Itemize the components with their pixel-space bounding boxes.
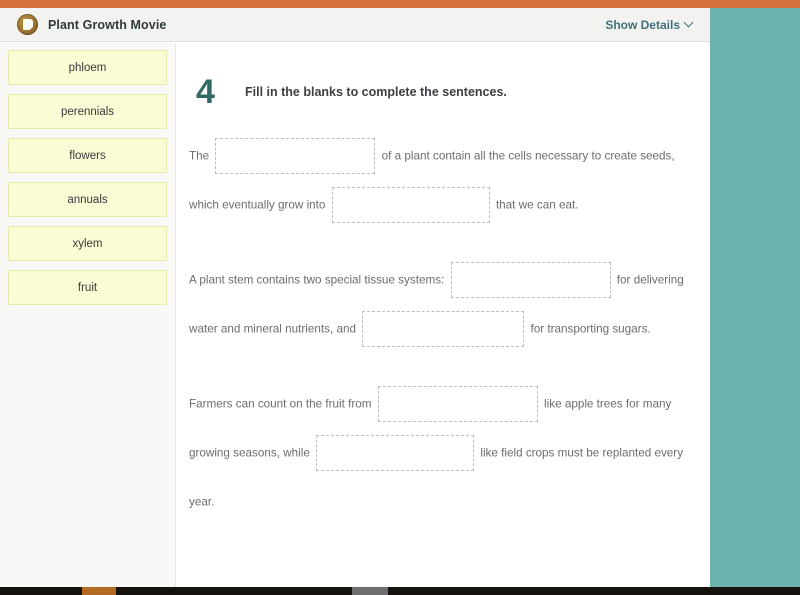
- sentence-text: The: [189, 149, 210, 163]
- word-tile-label: annuals: [67, 193, 108, 206]
- blank-3[interactable]: [450, 261, 611, 298]
- sentence-text: A plant stem contains two special tissue…: [189, 273, 445, 287]
- sentence-text: growing seasons, while: [189, 446, 310, 460]
- chevron-down-icon: [685, 18, 694, 27]
- sentence-3: Farmers can count on the fruit from like…: [189, 379, 696, 527]
- word-tile-label: phloem: [68, 61, 107, 74]
- blank-4[interactable]: [362, 311, 525, 348]
- show-details-label: Show Details: [605, 17, 680, 32]
- question-header: 4 Fill in the blanks to complete the sen…: [177, 43, 710, 109]
- word-tile-label: xylem: [72, 237, 103, 250]
- sentence-text: like apple trees for many: [544, 397, 672, 411]
- question-number: 4: [196, 73, 215, 111]
- blank-5[interactable]: [377, 385, 538, 422]
- app-header: Plant Growth Movie Show Details: [0, 8, 710, 42]
- movie-badge-icon: [17, 14, 38, 35]
- sentence-text: which eventually grow into: [189, 198, 326, 212]
- word-tile-label: fruit: [77, 281, 98, 294]
- blank-2[interactable]: [331, 187, 490, 224]
- app-screen: Plant Growth Movie Show Details phloem p…: [0, 0, 800, 595]
- word-tile-xylem[interactable]: xylem: [8, 226, 167, 261]
- word-bank-sidebar: phloem perennials flowers annuals xylem …: [0, 43, 176, 587]
- show-details-button[interactable]: Show Details: [605, 18, 710, 32]
- sentence-text: sugars.: [612, 322, 651, 336]
- blank-6[interactable]: [316, 434, 475, 471]
- page-title: Plant Growth Movie: [48, 17, 167, 32]
- word-tile-perennials[interactable]: perennials: [8, 94, 167, 129]
- top-accent-bar: [0, 0, 800, 8]
- taskbar-item-orange[interactable]: [82, 587, 116, 595]
- question-card: 4 Fill in the blanks to complete the sen…: [177, 43, 710, 587]
- right-teal-panel: [710, 8, 800, 587]
- word-tile-fruit[interactable]: fruit: [8, 270, 167, 305]
- sentence-text: for transporting: [530, 322, 610, 336]
- word-tile-label: flowers: [69, 149, 106, 162]
- word-tile-flowers[interactable]: flowers: [8, 138, 167, 173]
- os-taskbar-strip: [0, 587, 800, 595]
- taskbar-item-grey[interactable]: [352, 587, 388, 595]
- sentence-text: Farmers can count on the fruit from: [189, 397, 372, 411]
- blank-1[interactable]: [215, 137, 376, 174]
- header-left-group: Plant Growth Movie: [0, 14, 605, 35]
- sentence-text: that we can eat.: [495, 198, 579, 212]
- question-prompt: Fill in the blanks to complete the sente…: [245, 85, 507, 99]
- word-tile-label: perennials: [60, 105, 115, 118]
- sentence-text: like field crops must be replanted: [480, 446, 652, 460]
- sentence-1: The of a plant contain all the cells nec…: [189, 131, 696, 230]
- word-tile-phloem[interactable]: phloem: [8, 50, 167, 85]
- sentence-2: A plant stem contains two special tissue…: [189, 255, 696, 354]
- sentence-text: of a plant contain all the cells necessa…: [381, 149, 675, 163]
- word-tile-annuals[interactable]: annuals: [8, 182, 167, 217]
- question-body: The of a plant contain all the cells nec…: [177, 109, 710, 527]
- sentence-text: for: [616, 273, 631, 287]
